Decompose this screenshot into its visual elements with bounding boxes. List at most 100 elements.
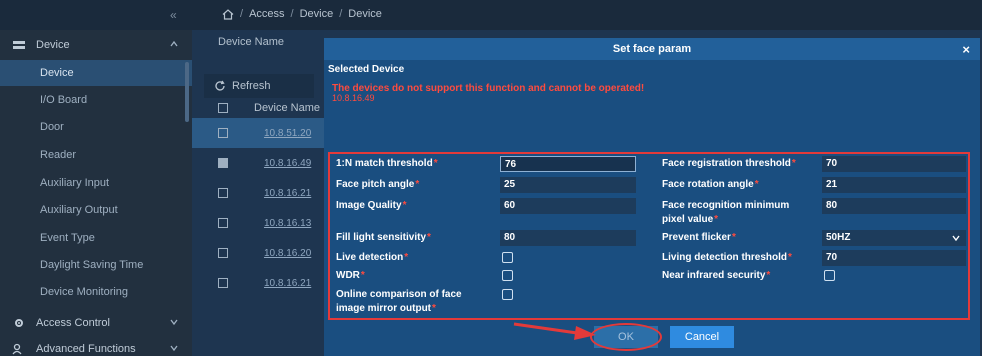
label-text: Face pitch angle [336, 179, 415, 190]
fill-light-sensitivity-input[interactable]: 80 [500, 230, 636, 246]
device-ip-link[interactable]: 10.8.16.13 [264, 218, 311, 229]
row-checkbox[interactable] [218, 218, 228, 228]
ok-highlight-ring [590, 323, 662, 351]
sidebar-item-device-monitoring[interactable]: Device Monitoring [0, 279, 192, 305]
table-row[interactable]: 10.8.16.49 [192, 148, 332, 178]
breadcrumb-device[interactable]: Device [300, 8, 334, 20]
required-mark: * [360, 270, 365, 281]
label-text: WDR [336, 270, 360, 281]
sidebar-group-access-control[interactable]: Access Control [0, 310, 192, 336]
table-row[interactable]: 10.8.16.20 [192, 238, 332, 268]
face-pitch-angle-input[interactable]: 25 [500, 177, 636, 193]
sidebar-scrollbar[interactable] [185, 62, 189, 122]
wdr-label: WDR* [336, 269, 365, 283]
sidebar-group-device[interactable]: Device [0, 32, 192, 58]
face-registration-threshold-input[interactable]: 70 [822, 156, 966, 172]
sidebar-item-reader[interactable]: Reader [0, 142, 192, 168]
table-row[interactable]: 10.8.51.20 [192, 118, 332, 148]
face-rotation-angle-input[interactable]: 21 [822, 177, 966, 193]
required-mark: * [788, 252, 792, 263]
selected-device-heading: Selected Device [328, 64, 405, 75]
prevent-flicker-select[interactable]: 50HZ [822, 230, 966, 246]
image-quality-input[interactable]: 60 [500, 198, 636, 214]
match-threshold-input[interactable]: 76 [500, 156, 636, 172]
sidebar-item-event-type[interactable]: Event Type [0, 225, 192, 251]
breadcrumb-access[interactable]: Access [249, 8, 284, 20]
device-ip-link[interactable]: 10.8.16.49 [264, 158, 311, 169]
device-ip-link[interactable]: 10.8.51.20 [264, 128, 311, 139]
sidebar-group-label: Advanced Functions [36, 343, 136, 355]
wdr-checkbox[interactable] [502, 270, 513, 281]
label-text: Live detection [336, 252, 404, 263]
refresh-icon [215, 80, 225, 91]
device-ip-link[interactable]: 10.8.16.20 [264, 248, 311, 259]
near-infrared-security-checkbox[interactable] [824, 270, 835, 281]
breadcrumb-separator: / [290, 8, 294, 20]
close-icon[interactable]: × [962, 42, 970, 57]
label-text-line1: Online comparison of face [336, 289, 462, 300]
label-text: Living detection threshold [662, 252, 788, 263]
prevent-flicker-label: Prevent flicker* [662, 231, 736, 245]
select-all-checkbox[interactable] [218, 103, 228, 113]
live-detection-checkbox[interactable] [502, 252, 513, 263]
face-param-form: 1:N match threshold* 76 Face registratio… [328, 152, 970, 320]
error-message: The devices do not support this function… [332, 83, 645, 94]
sidebar-item-label: I/O Board [40, 94, 88, 106]
sidebar-item-daylight-saving-time[interactable]: Daylight Saving Time [0, 252, 192, 278]
device-group-icon [13, 41, 25, 49]
advanced-functions-icon [12, 343, 22, 355]
label-text: Face rotation angle [662, 179, 754, 190]
required-mark: * [402, 200, 407, 211]
label-text: Image Quality [336, 200, 402, 211]
row-checkbox[interactable] [218, 128, 228, 138]
sidebar-item-label: Reader [40, 149, 77, 161]
required-mark: * [432, 303, 436, 314]
table-row[interactable]: 10.8.16.21 [192, 268, 332, 298]
sidebar-item-device[interactable]: Device [0, 60, 192, 86]
breadcrumb-separator: / [339, 8, 343, 20]
face-rotation-angle-label: Face rotation angle* [662, 178, 759, 192]
sidebar-item-label: Auxiliary Input [40, 177, 110, 189]
sidebar-item-auxiliary-input[interactable]: Auxiliary Input [0, 170, 192, 196]
mirror-output-label: Online comparison of face image mirror o… [336, 288, 462, 316]
face-recognition-min-pixel-input[interactable]: 80 [822, 198, 966, 214]
row-checkbox[interactable] [218, 248, 228, 258]
chevron-down-icon [952, 235, 960, 241]
table-row[interactable]: 10.8.16.13 [192, 208, 332, 238]
face-pitch-angle-label: Face pitch angle* [336, 178, 419, 192]
mirror-output-checkbox[interactable] [502, 289, 513, 300]
device-ip-link[interactable]: 10.8.16.21 [264, 188, 311, 199]
sidebar-group-advanced-functions[interactable]: Advanced Functions [0, 336, 192, 356]
living-detection-threshold-input[interactable]: 70 [822, 250, 966, 266]
row-checkbox[interactable] [218, 188, 228, 198]
sidebar-item-auxiliary-output[interactable]: Auxiliary Output [0, 197, 192, 223]
breadcrumb-separator: / [240, 8, 244, 20]
sidebar-item-door[interactable]: Door [0, 114, 192, 140]
label-text-line1: Face recognition minimum [662, 200, 790, 211]
match-threshold-label: 1:N match threshold* [336, 157, 438, 171]
sidebar-item-io-board[interactable]: I/O Board [0, 87, 192, 113]
label-text-line2: image mirror output [336, 303, 432, 314]
required-mark: * [404, 252, 409, 263]
label-text: Prevent flicker [662, 232, 731, 243]
face-recognition-min-pixel-label: Face recognition minimum pixel value* [662, 199, 789, 227]
label-text: Face registration threshold [662, 158, 791, 169]
row-checkbox-checked[interactable] [218, 158, 228, 168]
required-mark: * [754, 179, 759, 190]
required-mark: * [791, 158, 796, 169]
label-text-line2: pixel value [662, 214, 714, 225]
image-quality-label: Image Quality* [336, 199, 406, 213]
device-ip-link[interactable]: 10.8.16.21 [264, 278, 311, 289]
row-checkbox[interactable] [218, 278, 228, 288]
live-detection-label: Live detection* [336, 251, 408, 265]
sidebar: Device Device I/O Board Door Reader Auxi… [0, 30, 192, 356]
sidebar-group-label: Access Control [36, 317, 110, 329]
table-row[interactable]: 10.8.16.21 [192, 178, 332, 208]
home-icon[interactable] [222, 8, 234, 20]
top-bar: « / Access / Device / Device [0, 0, 982, 30]
collapse-sidebar-icon[interactable]: « [170, 8, 177, 22]
required-mark: * [766, 270, 771, 281]
sidebar-item-label: Event Type [40, 232, 95, 244]
cancel-button[interactable]: Cancel [670, 326, 734, 348]
label-text: 1:N match threshold [336, 158, 433, 169]
